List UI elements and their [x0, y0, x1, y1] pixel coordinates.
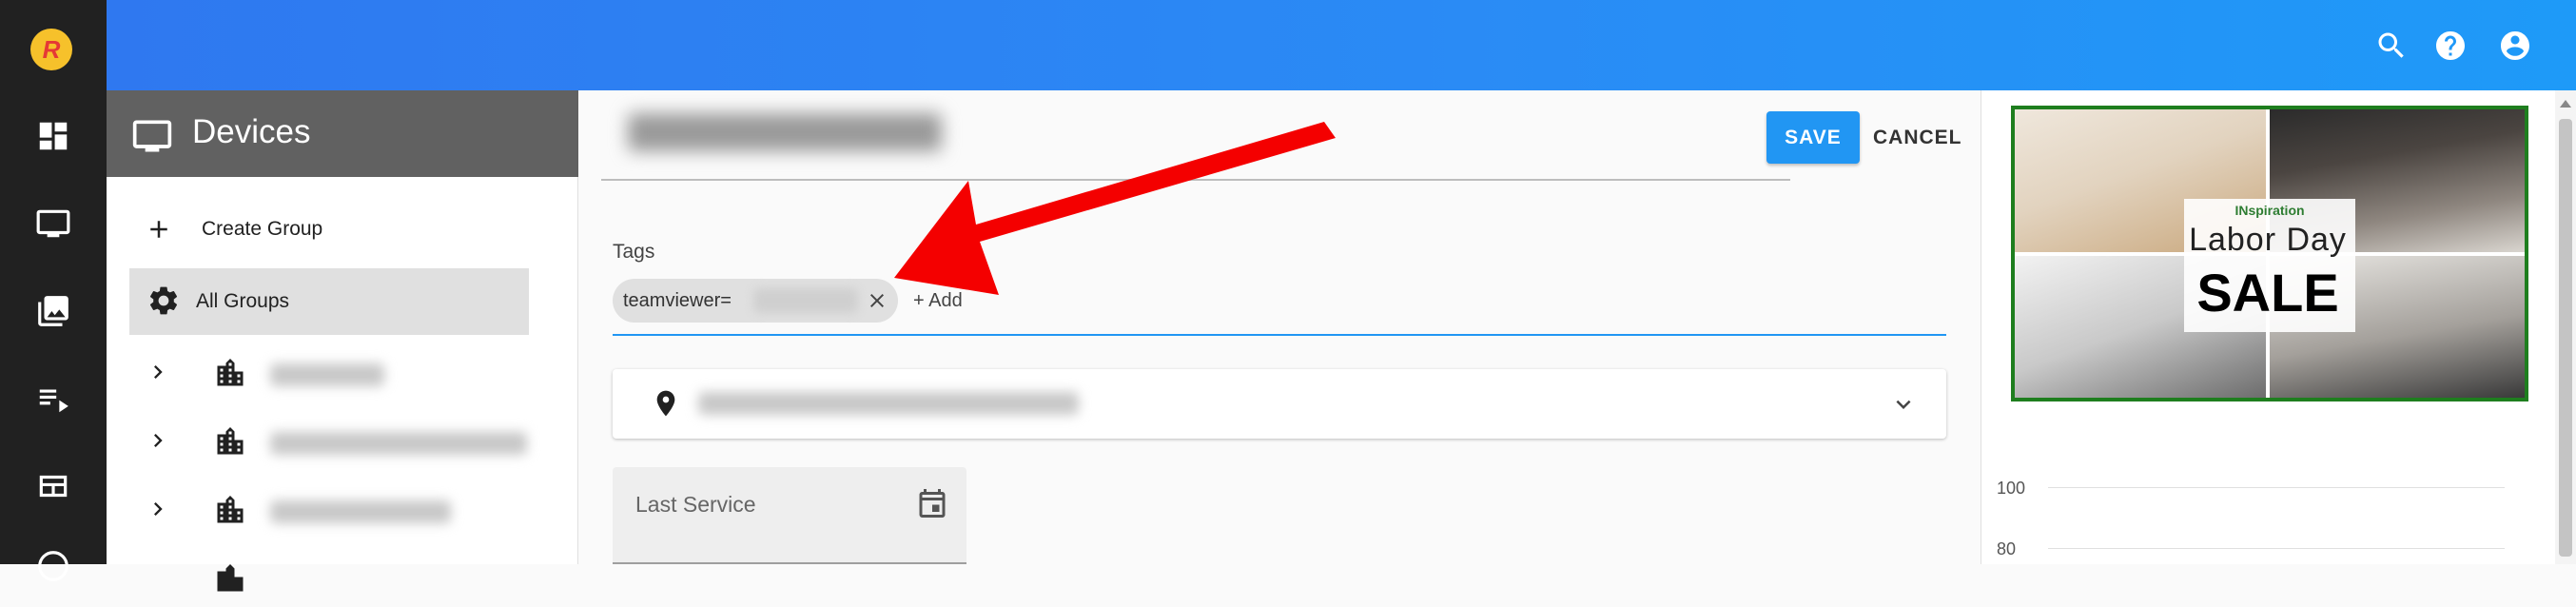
ad-headline: Labor Day [2189, 222, 2347, 258]
chevron-down-icon[interactable] [1889, 390, 1918, 419]
create-group-label: Create Group [202, 218, 323, 240]
all-groups-label: All Groups [196, 290, 290, 312]
devices-title: Devices [192, 113, 311, 150]
mini-chart: 100 80 [1981, 471, 2552, 564]
building-icon [217, 564, 244, 592]
last-service-field[interactable]: Last Service [613, 467, 966, 564]
scrollbar[interactable] [2555, 90, 2576, 564]
search-icon[interactable] [2374, 29, 2409, 63]
add-tag-button[interactable]: + Add [913, 290, 963, 312]
last-service-placeholder: Last Service [635, 492, 756, 517]
plus-icon [150, 221, 167, 238]
devices-panel-header: Devices [107, 90, 578, 177]
location-pin-icon [656, 390, 675, 417]
group-name-redacted [270, 432, 527, 455]
nav-rail: R [0, 0, 107, 581]
close-icon[interactable] [866, 289, 888, 312]
group-item[interactable] [145, 481, 563, 538]
scrollbar-thumb[interactable] [2559, 119, 2572, 557]
ad-brand: INspiration [2234, 203, 2305, 218]
chevron-right-icon[interactable] [145, 427, 171, 454]
group-name-redacted [270, 363, 384, 386]
gear-icon [149, 286, 178, 315]
device-edit-form: SAVE CANCEL Tags teamviewer= + Add Last … [578, 90, 1981, 564]
playlist-icon[interactable] [35, 381, 71, 417]
y-tick-80: 80 [1997, 539, 2017, 558]
monitor-icon [132, 120, 172, 152]
all-groups-item[interactable]: All Groups [129, 268, 529, 335]
ad-sale-text: SALE [2196, 263, 2339, 323]
preview-panel: INspiration Labor Day SALE 100 80 [1981, 90, 2576, 564]
building-icon [217, 359, 244, 386]
app-logo[interactable]: R [30, 29, 72, 70]
devices-nav-icon[interactable] [35, 206, 71, 242]
building-icon [217, 496, 244, 523]
clock-icon[interactable] [35, 548, 71, 584]
group-item[interactable] [145, 413, 563, 470]
chevron-right-icon[interactable] [145, 496, 171, 522]
group-item[interactable] [145, 344, 563, 401]
media-library-icon[interactable] [35, 293, 71, 329]
cancel-button[interactable]: CANCEL [1867, 111, 1967, 164]
device-name-redacted [628, 113, 942, 151]
calendar-icon[interactable] [915, 486, 949, 520]
tag-chip-text: teamviewer= [623, 290, 732, 311]
layout-icon[interactable] [35, 468, 71, 504]
scroll-up-arrow[interactable] [2560, 100, 2571, 108]
create-group-button[interactable]: Create Group [145, 215, 322, 244]
tags-field[interactable]: teamviewer= + Add [613, 279, 1946, 336]
tag-value-redacted [753, 288, 858, 313]
ad-preview-image: INspiration Labor Day SALE [2011, 106, 2528, 401]
group-name-redacted [270, 500, 451, 523]
address-redacted [698, 392, 1079, 415]
device-groups-tree: Create Group All Groups [107, 177, 578, 592]
dashboard-icon[interactable] [35, 118, 71, 154]
grid-line [2048, 487, 2505, 488]
tags-label: Tags [613, 241, 655, 263]
chevron-right-icon[interactable] [145, 359, 171, 385]
help-icon[interactable] [2433, 29, 2468, 63]
grid-line [2048, 548, 2505, 549]
account-icon[interactable] [2498, 29, 2532, 63]
y-tick-100: 100 [1997, 479, 2026, 498]
tag-chip[interactable]: teamviewer= [613, 279, 898, 323]
save-button[interactable]: SAVE [1766, 111, 1860, 164]
group-item[interactable] [145, 550, 563, 607]
building-icon [217, 427, 244, 455]
top-app-bar [107, 0, 2576, 90]
device-name-field[interactable] [601, 90, 1790, 181]
location-expander[interactable] [613, 369, 1946, 439]
